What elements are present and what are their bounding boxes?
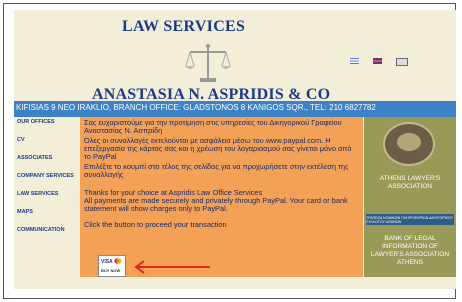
legal-bank-banner[interactable]: ΤΡΑΠΕΖΑ ΝΟΜΙΚΩΝ ΠΛΗΡΟΦΟΡΙΩΝ ΔΙΚΗΓΟΡΙΚΟΥ …: [366, 214, 454, 225]
address-bar: KIFISIAS 9 NEO IRAKLIO, BRANCH OFFICE: G…: [14, 101, 456, 117]
email-icon[interactable]: [396, 58, 408, 66]
greek-instruction-text: Επιλέξτε το κουμπί στο τέλος της σελίδας…: [84, 162, 349, 180]
scales-of-justice-icon: [185, 44, 231, 82]
right-sidebar: ATHENS LAWYER'S ASSOCIATION ΤΡΑΠΕΖΑ ΝΟΜΙ…: [364, 117, 456, 277]
mastercard-icon: [114, 258, 122, 264]
nav-item-company-services[interactable]: COMPANY SERVICES: [17, 173, 74, 179]
athens-association-link[interactable]: ATHENS LAWYER'S ASSOCIATION: [366, 175, 454, 191]
nav-item-communication[interactable]: COMMUNICATION: [17, 227, 65, 233]
nav-item-law-services[interactable]: LAW SERVICES: [17, 191, 58, 197]
payment-info-panel: Σας ευχαριστούμε για την προτίμηση στις …: [80, 117, 363, 277]
arrow-left-icon: [134, 260, 210, 274]
greek-thanks-text: Σας ευχαριστούμε για την προτίμηση στις …: [84, 118, 342, 136]
greek-flag-icon[interactable]: [350, 58, 359, 64]
buy-now-label: BUY NOW: [101, 268, 121, 273]
sidebar-nav: OUR OFFICES CV ASSOCIATES COMPANY SERVIC…: [14, 117, 77, 277]
nav-item-our-offices[interactable]: OUR OFFICES: [17, 119, 55, 125]
nav-item-associates[interactable]: ASSOCIATES: [17, 155, 52, 161]
english-security-text: All payments are made securely and priva…: [84, 196, 348, 214]
address-text: KIFISIAS 9 NEO IRAKLIO, BRANCH OFFICE: G…: [16, 103, 376, 112]
bank-of-legal-info-link[interactable]: BANK OF LEGAL INFORMATION OF LAWYER'S AS…: [366, 235, 454, 267]
nav-item-maps[interactable]: MAPS: [17, 209, 33, 215]
lawyers-association-logo[interactable]: [383, 122, 435, 166]
english-instruction-text: Click the button to proceed your transac…: [84, 220, 227, 229]
header-title: LAW SERVICES: [122, 18, 246, 35]
logo-emblem: [397, 133, 421, 151]
language-switcher: [350, 58, 408, 66]
greek-security-text: Όλες οι συναλλαγές εκτελούνται με ασφάλε…: [84, 136, 352, 162]
paypal-buy-now-button[interactable]: VISA BUY NOW: [98, 255, 126, 277]
uk-flag-icon[interactable]: [373, 58, 382, 64]
nav-item-cv[interactable]: CV: [17, 137, 25, 143]
visa-label: VISA: [101, 259, 113, 265]
